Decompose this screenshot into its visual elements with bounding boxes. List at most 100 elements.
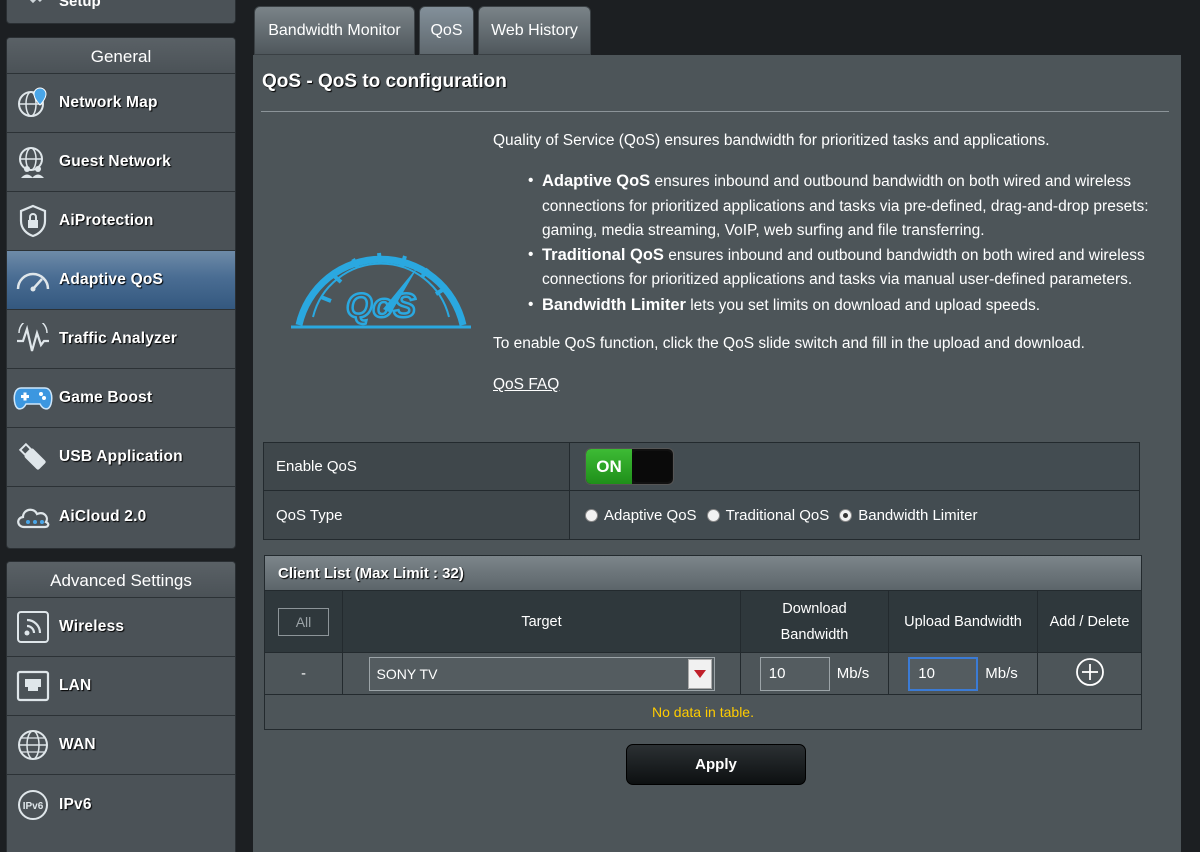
sidebar-item-usb-application[interactable]: USB Application	[7, 428, 235, 487]
sidebar-item-label: WAN	[59, 736, 96, 753]
sidebar-item-label: Game Boost	[59, 389, 153, 406]
sidebar-item-wan[interactable]: WAN	[7, 716, 235, 775]
header-upload: Upload Bandwidth	[889, 590, 1038, 652]
wifi-icon	[7, 598, 59, 657]
page-title: QoS - QoS to configuration	[262, 71, 507, 92]
tab-qos[interactable]: QoS	[419, 6, 474, 55]
tab-bandwidth-monitor[interactable]: Bandwidth Monitor	[254, 6, 415, 55]
sidebar-item-ipv6[interactable]: IPv6 IPv6	[7, 775, 235, 834]
qos-description: Quality of Service (QoS) ensures bandwid…	[493, 129, 1153, 398]
sidebar-item-aiprotection[interactable]: AiProtection	[7, 192, 235, 251]
qos-type-row: QoS Type Adaptive QoS Traditional QoS Ba…	[264, 491, 1139, 539]
download-unit: Mb/s	[836, 665, 870, 682]
enable-qos-toggle[interactable]: ON	[585, 448, 674, 485]
client-list-title: Client List (Max Limit : 32)	[265, 556, 1141, 590]
add-client-icon[interactable]	[1075, 657, 1105, 691]
feature-name: Bandwidth Limiter	[542, 295, 686, 314]
tab-web-history[interactable]: Web History	[478, 6, 591, 55]
lan-icon	[7, 657, 59, 716]
qos-type-label: QoS Type	[264, 491, 570, 539]
dropdown-arrow-icon[interactable]	[687, 658, 712, 689]
client-table: All Target Download Bandwidth Upload Ban…	[265, 590, 1141, 694]
enable-qos-row: Enable QoS ON	[264, 443, 1139, 491]
svg-text:IPv6: IPv6	[23, 801, 44, 812]
radio-dot	[585, 508, 598, 522]
qos-feature-list: Adaptive QoS ensures inbound and outboun…	[528, 169, 1153, 318]
sidebar-item-game-boost[interactable]: Game Boost	[7, 369, 235, 428]
radio-dot-checked	[839, 508, 853, 522]
sidebar-item-aicloud[interactable]: AiCloud 2.0	[7, 487, 235, 546]
qos-settings-table: Enable QoS ON QoS Type Adaptive QoS Trad…	[263, 442, 1140, 540]
sidebar-item-label: Traffic Analyzer	[59, 330, 178, 347]
sidebar-item-label: Setup	[59, 0, 101, 10]
target-select[interactable]: SONY TV	[368, 656, 715, 691]
sidebar-item-setup[interactable]: Setup	[6, 0, 236, 24]
feature-desc: lets you set limits on download and uplo…	[685, 296, 1041, 314]
sidebar-advanced-section: Advanced Settings Wireless LAN WAN IPv6 …	[6, 561, 236, 852]
target-select-value: SONY TV	[376, 665, 438, 682]
sidebar-item-label: USB Application	[59, 448, 183, 465]
sidebar-item-label: LAN	[59, 677, 92, 694]
all-button[interactable]: All	[278, 607, 329, 636]
header-add-delete: Add / Delete	[1038, 590, 1141, 652]
ipv6-icon: IPv6	[7, 775, 59, 834]
waveform-icon	[7, 310, 59, 369]
speedometer-icon	[7, 251, 59, 310]
feature-name: Adaptive QoS	[542, 172, 651, 191]
header-target: Target	[343, 590, 741, 652]
wrench-icon	[19, 0, 45, 10]
gamepad-icon	[7, 369, 59, 428]
upload-bandwidth-input[interactable]: 10	[908, 656, 979, 691]
sidebar-item-guest-network[interactable]: Guest Network	[7, 133, 235, 192]
header-download: Download Bandwidth	[741, 590, 889, 652]
qos-faq-link[interactable]: QoS FAQ	[493, 373, 559, 397]
toggle-knob	[632, 451, 672, 482]
enable-note: To enable QoS function, click the QoS sl…	[493, 335, 1085, 353]
radio-label: Adaptive QoS	[604, 506, 697, 524]
title-divider	[261, 111, 1169, 112]
toggle-state: ON	[586, 449, 632, 484]
sidebar-item-wireless[interactable]: Wireless	[7, 598, 235, 657]
qos-speedometer-logo: QoS	[291, 225, 471, 340]
intro-text: Quality of Service (QoS) ensures bandwid…	[493, 132, 1050, 149]
cloud-icon	[7, 487, 59, 546]
radio-bandwidth-limiter[interactable]: Bandwidth Limiter	[839, 507, 977, 524]
main-panel: QoS - QoS to configuration QoS Quality o…	[253, 55, 1181, 852]
sidebar-advanced-header: Advanced Settings	[7, 562, 235, 598]
sidebar-item-label: Wireless	[59, 618, 125, 635]
globe-icon	[7, 716, 59, 775]
globe-users-icon	[7, 133, 59, 192]
sidebar-item-label: AiCloud 2.0	[59, 507, 147, 525]
list-item: Adaptive QoS ensures inbound and outboun…	[528, 169, 1153, 243]
download-bandwidth-input[interactable]: 10	[759, 656, 830, 691]
sidebar-item-network-map[interactable]: Network Map	[7, 74, 235, 133]
globe-pin-icon	[7, 74, 59, 133]
enable-qos-label: Enable QoS	[264, 443, 570, 490]
list-item: Bandwidth Limiter lets you set limits on…	[528, 293, 1153, 318]
sidebar-general-section: General Network Map Guest Network AiProt…	[6, 37, 236, 549]
usb-drive-icon	[7, 428, 59, 487]
client-list: Client List (Max Limit : 32) All Target …	[264, 555, 1142, 730]
sidebar-item-adaptive-qos[interactable]: Adaptive QoS	[7, 251, 235, 310]
empty-table-message: No data in table.	[265, 694, 1141, 729]
sidebar-general-header: General	[7, 38, 235, 74]
sidebar-item-label: Adaptive QoS	[59, 271, 164, 288]
radio-label: Bandwidth Limiter	[858, 506, 978, 524]
upload-unit: Mb/s	[985, 665, 1018, 682]
radio-label: Traditional QoS	[725, 506, 830, 524]
radio-traditional-qos[interactable]: Traditional QoS	[706, 506, 830, 524]
qos-logo-text: QoS	[346, 287, 416, 325]
row-index: -	[265, 652, 343, 694]
radio-dot	[706, 508, 720, 522]
sidebar-item-label: AiProtection	[59, 212, 154, 229]
sidebar-item-label: IPv6	[59, 795, 92, 813]
sidebar-item-lan[interactable]: LAN	[7, 657, 235, 716]
shield-lock-icon	[7, 192, 59, 251]
sidebar-item-label: Network Map	[59, 94, 158, 111]
feature-name: Traditional QoS	[542, 246, 664, 265]
radio-adaptive-qos[interactable]: Adaptive QoS	[585, 507, 697, 524]
sidebar-item-label: Guest Network	[59, 153, 171, 170]
sidebar-item-traffic-analyzer[interactable]: Traffic Analyzer	[7, 310, 235, 369]
apply-button[interactable]: Apply	[626, 744, 806, 785]
list-item: Traditional QoS ensures inbound and outb…	[528, 243, 1153, 293]
